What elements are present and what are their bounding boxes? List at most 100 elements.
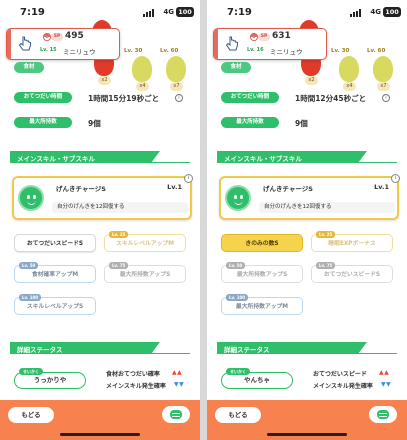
main-skill-card[interactable]: げんきチャージS Lv.1 自分のげんきを12回復する i bbox=[12, 174, 193, 220]
ingredient-count: x2 bbox=[98, 76, 111, 85]
subskill-level-tag: Lv. 75 bbox=[316, 262, 336, 269]
detail-section-header: 詳細ステータス bbox=[10, 342, 190, 354]
up-arrows-icon: ▲▲ bbox=[379, 369, 390, 376]
subskill-label: 食材確率アップM bbox=[31, 272, 79, 278]
subskill-label: おてつだいスピードS bbox=[323, 272, 381, 278]
sp-value: 631 bbox=[272, 31, 291, 41]
subskill-label: きのみの数S bbox=[245, 241, 279, 247]
nature-value: うっかりや bbox=[33, 376, 67, 384]
popup-accent bbox=[214, 29, 218, 59]
section-underline bbox=[10, 161, 190, 163]
menu-button[interactable] bbox=[369, 406, 397, 423]
menu-icon bbox=[172, 413, 180, 414]
subskill-1[interactable]: きのみの数S bbox=[221, 234, 303, 252]
ingredient-corn-slot[interactable]: x4 bbox=[130, 56, 154, 91]
info-icon[interactable]: i bbox=[391, 174, 400, 183]
section-underline bbox=[10, 352, 190, 354]
main-skill-description: 自分のげんきを12回復する bbox=[259, 202, 395, 213]
corn-icon bbox=[339, 56, 359, 82]
section-underline bbox=[217, 352, 397, 354]
bottom-bar: もどる bbox=[0, 400, 200, 440]
pokeball-icon bbox=[250, 33, 258, 41]
ingredient-count: x4 bbox=[343, 82, 356, 91]
subskill-4[interactable]: Lv. 75 おてつだいスピードS bbox=[311, 262, 393, 283]
ingredient-corn-slot[interactable]: x7 bbox=[371, 56, 395, 91]
menu-icon-line bbox=[172, 416, 180, 417]
corn-icon bbox=[373, 56, 393, 82]
popup-accent bbox=[7, 29, 11, 59]
subskill-level-tag: Lv. 25 bbox=[109, 231, 129, 238]
main-skill-card[interactable]: げんきチャージS Lv.1 自分のげんきを12回復する i bbox=[219, 174, 400, 220]
ingredient-level-tag: Lv. 30 bbox=[124, 48, 143, 54]
home-indicator bbox=[267, 433, 347, 436]
subskill-level-tag: Lv. 75 bbox=[109, 262, 129, 269]
sp-popup[interactable]: SP 631 Lv. 16 ミニリュウ bbox=[213, 28, 327, 60]
skills-section-header: メインスキル・サブスキル bbox=[10, 151, 190, 163]
bottom-bar: もどる bbox=[207, 400, 407, 440]
ingredient-label: 食材 bbox=[221, 62, 251, 73]
subskill-5[interactable]: Lv. 100 最大所持数アップM bbox=[221, 294, 303, 315]
menu-icon-line bbox=[379, 416, 387, 417]
nature-tag: せいかく bbox=[19, 368, 43, 375]
stat-up-label: おてつだいスピード bbox=[313, 371, 367, 378]
subskill-level-tag: Lv. 100 bbox=[19, 294, 42, 301]
ingredient-count: x7 bbox=[170, 82, 183, 91]
corn-icon bbox=[132, 56, 152, 82]
menu-button[interactable] bbox=[162, 406, 190, 423]
ingredient-corn-slot[interactable]: x4 bbox=[337, 56, 361, 91]
main-skill-level: Lv.1 bbox=[167, 183, 182, 191]
skills-section-header: メインスキル・サブスキル bbox=[217, 151, 397, 163]
info-icon[interactable]: i bbox=[382, 94, 390, 102]
stat-down-label: メインスキル発生確率 bbox=[313, 383, 373, 390]
back-button[interactable]: もどる bbox=[215, 407, 261, 423]
subskill-2[interactable]: Lv. 25 スキルレベルアップM bbox=[104, 231, 186, 252]
pokemon-name: ミニリュウ bbox=[63, 48, 96, 56]
subskill-label: スキルレベルアップM bbox=[116, 241, 174, 247]
main-skill-name: げんきチャージS bbox=[56, 185, 106, 193]
subskill-3[interactable]: Lv. 50 食材確率アップM bbox=[14, 262, 96, 283]
skill-icon bbox=[18, 185, 44, 211]
help-interval-value: 1時間15分19秒ごと bbox=[88, 94, 160, 103]
subskill-1[interactable]: おてつだいスピードS bbox=[14, 234, 96, 252]
subskill-3[interactable]: Lv. 50 最大所持数アップS bbox=[221, 262, 303, 283]
subskill-level-tag: Lv. 100 bbox=[226, 294, 249, 301]
nature-value: やんちゃ bbox=[244, 376, 270, 384]
max-items-label: 最大所持数 bbox=[221, 117, 279, 128]
main-skill-description: 自分のげんきを12回復する bbox=[52, 202, 188, 213]
subskill-label: 最大所持数アップM bbox=[235, 304, 289, 310]
info-icon[interactable]: i bbox=[175, 94, 183, 102]
network-label: 4G bbox=[163, 8, 174, 16]
max-items-value: 9個 bbox=[88, 119, 101, 128]
ingredient-count: x2 bbox=[305, 76, 318, 85]
max-items-value: 9個 bbox=[295, 119, 308, 128]
pokemon-level: Lv. 16 bbox=[247, 47, 264, 53]
back-button[interactable]: もどる bbox=[8, 407, 54, 423]
subskill-label: 睡眠EXPボーナス bbox=[328, 241, 376, 247]
left-screen: 7:19 4G 100 x2 Lv. 30 x4 Lv. 60 x7 SP 49… bbox=[0, 0, 200, 440]
info-icon[interactable]: i bbox=[184, 174, 193, 183]
subskill-2[interactable]: Lv. 25 睡眠EXPボーナス bbox=[311, 231, 393, 252]
pokemon-name: ミニリュウ bbox=[270, 48, 303, 56]
subskill-4[interactable]: Lv. 75 最大所持数アップS bbox=[104, 262, 186, 283]
help-interval-label: おてつだい時間 bbox=[221, 92, 279, 103]
subskill-5[interactable]: Lv. 100 スキルレベルアップS bbox=[14, 294, 96, 315]
ingredient-level-tag: Lv. 60 bbox=[367, 48, 386, 54]
stat-up-label: 食材おてつだい確率 bbox=[106, 371, 160, 378]
pointer-hand-icon bbox=[225, 36, 238, 51]
section-underline bbox=[217, 161, 397, 163]
ingredient-count: x4 bbox=[136, 82, 149, 91]
nature-pill[interactable]: せいかく やんちゃ bbox=[221, 368, 293, 389]
subskill-level-tag: Lv. 50 bbox=[19, 262, 39, 269]
pokemon-level: Lv. 15 bbox=[40, 47, 57, 53]
ingredient-level-tag: Lv. 60 bbox=[160, 48, 179, 54]
nature-tag: せいかく bbox=[226, 368, 250, 375]
ingredient-corn-slot[interactable]: x7 bbox=[164, 56, 188, 91]
main-skill-level: Lv.1 bbox=[374, 183, 389, 191]
subskill-level-tag: Lv. 50 bbox=[226, 262, 246, 269]
down-arrows-icon: ▼▼ bbox=[174, 381, 185, 388]
menu-icon bbox=[379, 413, 387, 414]
down-arrows-icon: ▼▼ bbox=[381, 381, 392, 388]
sp-popup[interactable]: SP 495 Lv. 15 ミニリュウ bbox=[6, 28, 120, 60]
nature-pill[interactable]: せいかく うっかりや bbox=[14, 368, 86, 389]
ingredient-label: 食材 bbox=[14, 62, 44, 73]
